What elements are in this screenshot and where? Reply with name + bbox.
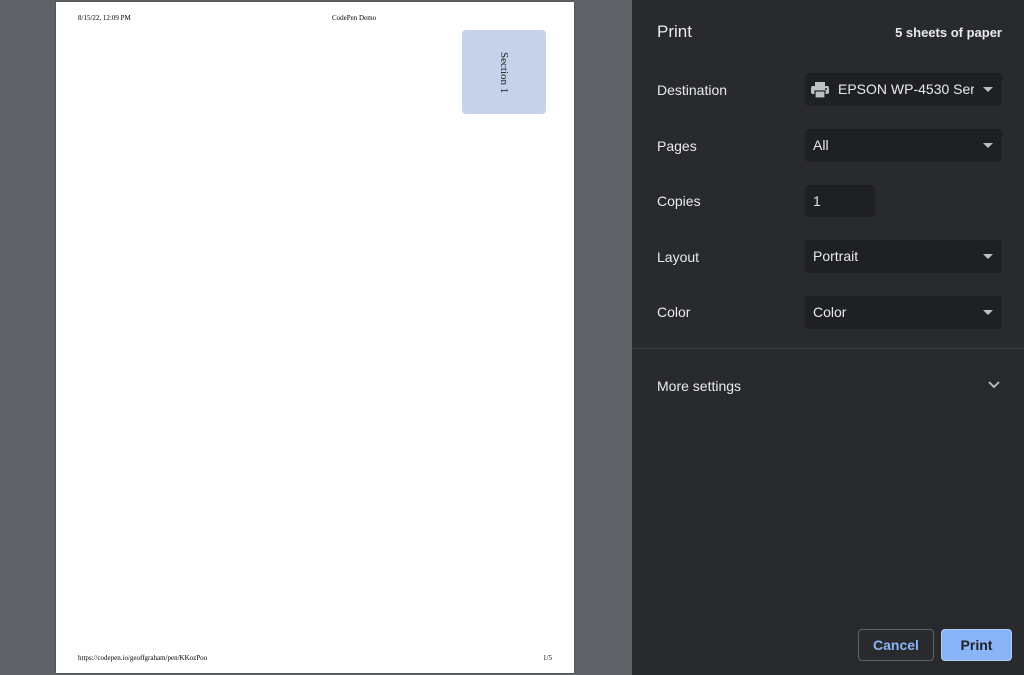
destination-label: Destination [657,82,728,98]
layout-label: Layout [657,249,700,265]
more-settings-toggle[interactable]: More settings [632,370,1024,402]
section-box: Section 1 [462,30,546,114]
destination-select[interactable]: EPSON WP-4530 Series [805,73,1002,106]
copies-label: Copies [657,193,701,209]
print-settings-panel: Print 5 sheets of paper Destination EPSO… [632,0,1024,675]
color-select[interactable]: Color [805,296,1002,329]
chevron-down-icon [988,381,1000,389]
panel-title: Print [657,22,692,41]
section-label: Section 1 [498,52,510,94]
page-header-title: CodePen Demo [332,14,377,22]
more-settings-label: More settings [657,378,742,394]
sheet-count: 5 sheets of paper [895,25,1002,40]
layout-value: Portrait [813,248,859,264]
pages-label: Pages [657,138,697,154]
color-label: Color [657,304,691,320]
chevron-down-icon [983,143,993,148]
page-footer-number: 1/5 [543,654,552,662]
layout-select[interactable]: Portrait [805,240,1002,273]
page-footer-url: https://codepen.io/geoffgraham/pen/KKozP… [78,654,208,662]
pages-select[interactable]: All [805,129,1002,162]
printer-icon [811,82,829,98]
chevron-down-icon [983,87,993,92]
print-button[interactable]: Print [941,629,1012,661]
copies-input[interactable] [805,185,875,217]
print-preview-area: 8/15/22, 12:09 PM CodePen Demo Section 1… [0,0,632,675]
preview-page: 8/15/22, 12:09 PM CodePen Demo Section 1… [56,2,574,673]
chevron-down-icon [983,310,993,315]
chevron-down-icon [983,254,993,259]
page-header-date: 8/15/22, 12:09 PM [78,14,131,22]
cancel-button[interactable]: Cancel [858,629,934,661]
pages-value: All [813,137,829,153]
destination-value: EPSON WP-4530 Series [838,81,974,97]
divider [632,348,1024,349]
color-value: Color [813,304,847,320]
